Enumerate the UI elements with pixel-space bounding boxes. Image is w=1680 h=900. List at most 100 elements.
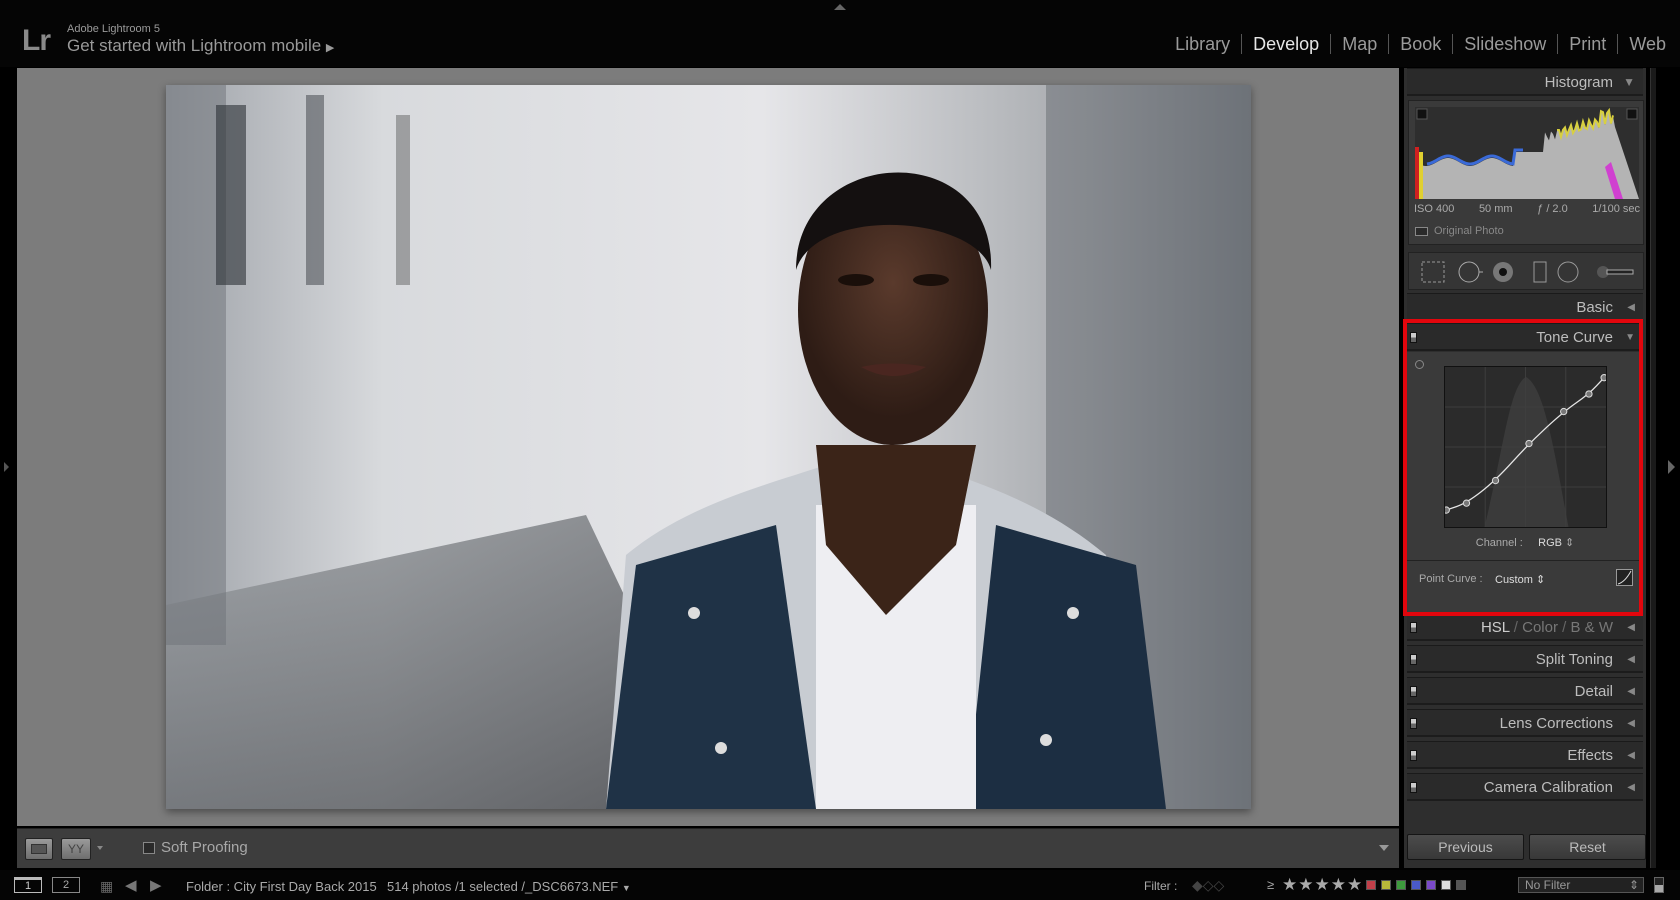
- photo-preview[interactable]: [166, 85, 1251, 809]
- loupe-icon: [31, 844, 47, 854]
- filter-lock-switch[interactable]: [1654, 877, 1664, 893]
- module-slideshow[interactable]: Slideshow: [1453, 34, 1559, 54]
- color-label-swatch[interactable]: [1411, 880, 1421, 890]
- back-arrow-icon[interactable]: ◀: [125, 876, 137, 894]
- focal-length: 50 mm: [1478, 203, 1513, 215]
- section-title: Detail: [1574, 683, 1613, 700]
- color-label-swatch[interactable]: [1456, 880, 1466, 890]
- module-web[interactable]: Web: [1618, 34, 1666, 54]
- collapse-top-panel-icon[interactable]: [834, 4, 846, 10]
- radial-filter-icon[interactable]: [1557, 261, 1579, 283]
- color-label-swatch[interactable]: [1426, 880, 1436, 890]
- grid-view-icon[interactable]: ▦: [100, 878, 113, 895]
- collapsed-triangle-icon: ◀: [1627, 750, 1635, 761]
- original-photo-checkbox[interactable]: [1415, 226, 1428, 236]
- collapsed-triangle-icon: ◀: [1627, 654, 1635, 665]
- collapse-right-panel-icon[interactable]: [1668, 460, 1675, 474]
- crop-overlay-icon[interactable]: [1421, 261, 1445, 283]
- tool-strip: [1408, 252, 1644, 290]
- loupe-view-button[interactable]: [25, 838, 53, 860]
- flag-filter-icons[interactable]: ◆◇◇: [1192, 877, 1224, 894]
- lightroom-logo: Lr: [22, 24, 51, 57]
- iso-value: ISO 400: [1414, 203, 1455, 215]
- collapsed-triangle-icon: ◀: [1627, 782, 1635, 793]
- before-after-button[interactable]: YY: [61, 838, 91, 860]
- color-label-swatch[interactable]: [1396, 880, 1406, 890]
- section-title: Effects: [1567, 747, 1613, 764]
- rating-filter[interactable]: ★★★★★: [1282, 875, 1363, 895]
- color-label-swatch[interactable]: [1381, 880, 1391, 890]
- updown-icon: ⇕: [1628, 878, 1639, 892]
- panel-toggle-switch[interactable]: [1410, 750, 1417, 761]
- soft-proofing-toggle[interactable]: Soft Proofing: [143, 839, 248, 856]
- soft-proofing-checkbox[interactable]: [143, 841, 155, 854]
- rating-operator[interactable]: ≥: [1267, 877, 1274, 892]
- tone-curve-highlight: [1403, 319, 1643, 616]
- right-panel: Histogram ▼ ISO 400 50 mm ƒ / 2.0 1/100 s…: [1403, 68, 1646, 868]
- color-label-swatch[interactable]: [1441, 880, 1451, 890]
- right-panel-scrollbar[interactable]: [1650, 68, 1656, 868]
- section-detail[interactable]: Detail ◀: [1407, 677, 1643, 705]
- hsl-header[interactable]: HSL / Color / B & W ◀: [1407, 613, 1643, 641]
- histogram-graph[interactable]: [1415, 107, 1639, 199]
- histogram-header[interactable]: Histogram ▼: [1407, 68, 1643, 96]
- star-icon[interactable]: ★: [1298, 875, 1314, 894]
- collapse-triangle-icon: ▼: [1623, 75, 1635, 89]
- soft-proofing-label: Soft Proofing: [161, 839, 248, 856]
- reset-button[interactable]: Reset: [1529, 834, 1646, 860]
- toolbar-content-dropdown-icon[interactable]: [1379, 845, 1389, 851]
- panel-toggle-switch[interactable]: [1410, 622, 1417, 633]
- color-label-swatch[interactable]: [1366, 880, 1376, 890]
- window-1-button[interactable]: 1: [14, 877, 42, 893]
- section-effects[interactable]: Effects ◀: [1407, 741, 1643, 769]
- graduated-filter-icon[interactable]: [1533, 261, 1547, 283]
- play-arrow-icon: ▶: [325, 42, 335, 54]
- red-eye-icon[interactable]: [1493, 262, 1513, 282]
- panel-toggle-switch[interactable]: [1410, 782, 1417, 793]
- mobile-prompt-text: Get started with Lightroom mobile: [67, 36, 322, 55]
- panel-toggle-switch[interactable]: [1410, 718, 1417, 729]
- star-icon[interactable]: ★: [1347, 875, 1363, 894]
- highlight-clipping-icon[interactable]: [1626, 108, 1638, 120]
- collapsed-triangle-icon: ◀: [1627, 686, 1635, 697]
- color-label-filter: [1366, 880, 1466, 890]
- module-picker: Library Develop Map Book Slideshow Print Web: [1164, 34, 1666, 54]
- section-split-toning[interactable]: Split Toning ◀: [1407, 645, 1643, 673]
- folder-source[interactable]: Folder : City First Day Back 2015: [186, 879, 377, 894]
- star-icon[interactable]: ★: [1315, 875, 1331, 894]
- shadow-clipping-icon[interactable]: [1416, 108, 1428, 120]
- section-camera-calibration[interactable]: Camera Calibration ◀: [1407, 773, 1643, 801]
- filter-preset-select[interactable]: No Filter ⇕: [1518, 877, 1644, 893]
- before-after-dropdown-icon[interactable]: [97, 846, 103, 850]
- photo-count[interactable]: 514 photos /1 selected /_DSC6673.NEF ▼: [387, 879, 631, 894]
- shutter-speed: 1/100 sec: [1592, 203, 1640, 215]
- forward-arrow-icon[interactable]: ▶: [150, 876, 162, 894]
- histogram-title: Histogram: [1544, 74, 1613, 91]
- module-map[interactable]: Map: [1331, 34, 1390, 54]
- module-develop[interactable]: Develop: [1242, 34, 1332, 54]
- star-icon[interactable]: ★: [1331, 875, 1347, 894]
- module-book[interactable]: Book: [1389, 34, 1454, 54]
- mobile-prompt-link[interactable]: Get started with Lightroom mobile ▶: [67, 36, 334, 56]
- panel-toggle-switch[interactable]: [1410, 654, 1417, 665]
- tab-hsl[interactable]: HSL: [1481, 619, 1510, 636]
- collapsed-triangle-icon: ◀: [1627, 718, 1635, 729]
- module-library[interactable]: Library: [1164, 34, 1243, 54]
- section-title: Camera Calibration: [1483, 779, 1613, 796]
- panel-toggle-switch[interactable]: [1410, 686, 1417, 697]
- collapsed-triangle-icon: ◀: [1627, 622, 1635, 633]
- basic-title: Basic: [1576, 299, 1613, 316]
- module-print[interactable]: Print: [1558, 34, 1619, 54]
- spot-removal-icon[interactable]: [1458, 261, 1483, 283]
- adjustment-brush-icon[interactable]: [1597, 266, 1634, 278]
- previous-button[interactable]: Previous: [1407, 834, 1524, 860]
- basic-header[interactable]: Basic ◀: [1407, 293, 1643, 321]
- top-bar: Lr Adobe Lightroom 5 Get started with Li…: [0, 0, 1680, 67]
- original-photo-toggle[interactable]: Original Photo: [1415, 225, 1504, 237]
- tab-bw[interactable]: B & W: [1570, 619, 1613, 636]
- section-lens-corrections[interactable]: Lens Corrections ◀: [1407, 709, 1643, 737]
- star-icon[interactable]: ★: [1282, 875, 1298, 894]
- tab-color[interactable]: Color: [1522, 619, 1558, 636]
- window-2-button[interactable]: 2: [52, 877, 80, 893]
- expand-left-panel-icon[interactable]: [4, 462, 9, 472]
